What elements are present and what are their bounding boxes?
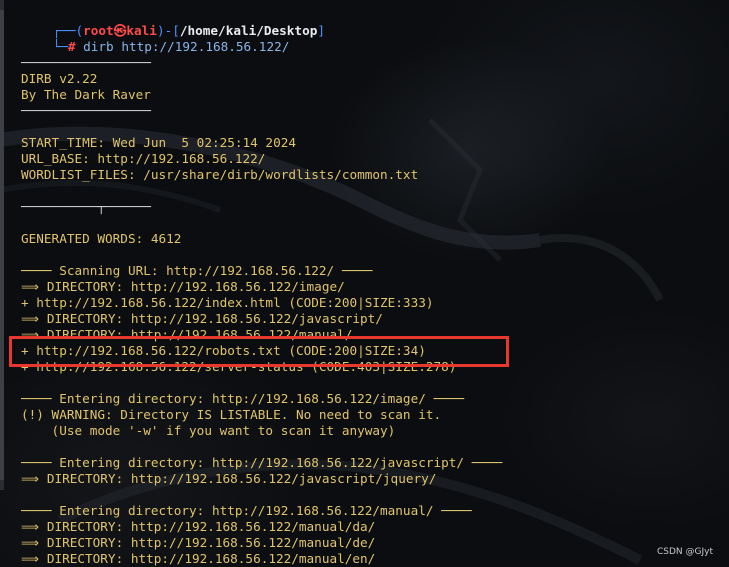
directory-result: ⟹ DIRECTORY: http://192.168.56.122/manua… [21, 551, 376, 566]
url-base: URL_BASE: http://192.168.56.122/ [21, 151, 266, 166]
divider-rule: ───────────────── [21, 55, 151, 70]
csdn-watermark: CSDN @GJyt [656, 547, 713, 557]
listable-warning: (!) WARNING: Directory IS LISTABLE. No n… [21, 407, 442, 422]
command-line: └─# dirb http://192.168.56.122/ [22, 23, 290, 54]
entering-directory: ──── Entering directory: http://192.168.… [21, 391, 465, 406]
robots-highlight-box [9, 336, 509, 367]
divider-rule: ──────────┬────── [21, 199, 151, 214]
dirb-author: By The Dark Raver [21, 87, 151, 102]
directory-result: ⟹ DIRECTORY: http://192.168.56.122/image… [21, 279, 345, 294]
wordlist-files: WORDLIST_FILES: /usr/share/dirb/wordlist… [21, 167, 419, 182]
warning-hint: (Use mode '-w' if you want to scan it an… [21, 423, 396, 438]
terminal-output: ┌──(root㉿kali)-[/home/kali/Desktop] └─# … [0, 0, 729, 567]
prompt-close: ] [317, 23, 325, 38]
generated-words: GENERATED WORDS: 4612 [21, 231, 182, 246]
directory-result: ⟹ DIRECTORY: http://192.168.56.122/manua… [21, 519, 376, 534]
entering-directory: ──── Entering directory: http://192.168.… [21, 503, 472, 518]
entering-directory: ──── Entering directory: http://192.168.… [21, 455, 503, 470]
start-time: START_TIME: Wed Jun 5 02:25:14 2024 [21, 135, 296, 150]
prompt-frame-bottom: └─ [52, 39, 68, 54]
directory-result: ⟹ DIRECTORY: http://192.168.56.122/javas… [21, 471, 437, 486]
shell-prompt: ┌──(root㉿kali)-[/home/kali/Desktop] [22, 7, 325, 38]
directory-result: ⟹ DIRECTORY: http://192.168.56.122/javas… [21, 311, 383, 326]
file-result: + http://192.168.56.122/index.html (CODE… [21, 295, 434, 310]
entered-command: dirb http://192.168.56.122/ [75, 39, 290, 54]
directory-result: ⟹ DIRECTORY: http://192.168.56.122/manua… [21, 535, 376, 550]
divider-rule: ───────────────── [21, 103, 151, 118]
scan-header: ──── Scanning URL: http://192.168.56.122… [21, 263, 373, 278]
dirb-version: DIRB v2.22 [21, 71, 98, 86]
